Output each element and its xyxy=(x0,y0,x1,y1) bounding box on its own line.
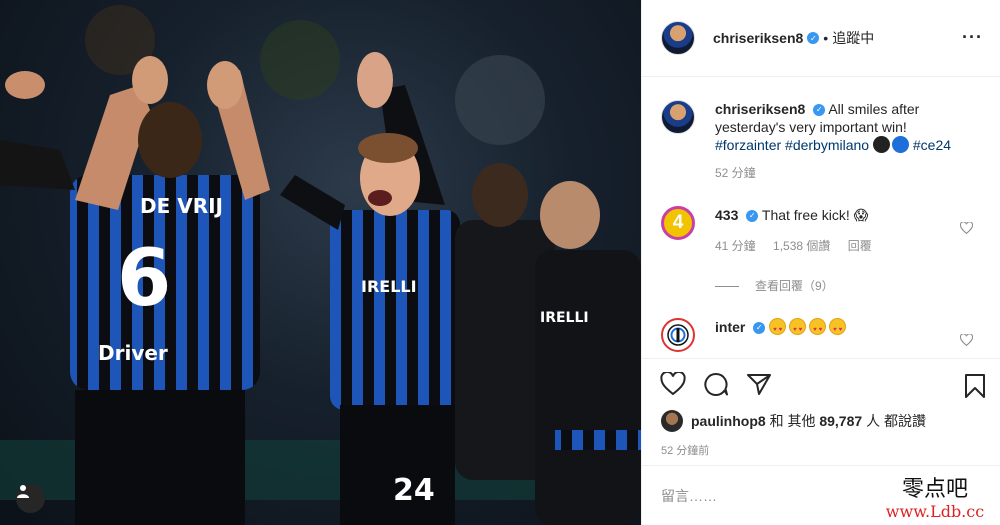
post-actions xyxy=(660,372,772,396)
comment-433: 4 433 ✓ That free kick! 😱 41 分鐘 1,538 個讚… xyxy=(661,206,981,294)
watermark: 零点吧 www.Ldb.cc xyxy=(870,478,1000,525)
view-replies-button[interactable]: 查看回覆（9） xyxy=(715,277,981,294)
watermark-url: www.Ldb.cc xyxy=(885,502,985,521)
post-time-ago[interactable]: 52 分鐘前 xyxy=(661,442,709,458)
heart-eyes-emoji-icon xyxy=(789,318,807,339)
person-icon xyxy=(17,485,29,498)
jersey-center-number: 24 xyxy=(393,473,435,508)
post-header: chriseriksen8 ✓ • 追蹤中 ··· xyxy=(642,0,1000,77)
verified-icon: ✓ xyxy=(753,322,766,335)
jersey-left-number: 6 xyxy=(117,234,171,324)
verified-icon: ✓ xyxy=(813,104,826,117)
comment-likes[interactable]: 1,538 個讚 xyxy=(773,239,830,253)
likes-conj: 和 其他 xyxy=(769,413,816,429)
more-options-icon[interactable]: ··· xyxy=(962,27,983,48)
comments-list: chriseriksen8 ✓ All smiles after yesterd… xyxy=(642,78,1000,358)
comment-meta: 41 分鐘 1,538 個讚 回覆 xyxy=(715,237,981,255)
like-heart-icon[interactable] xyxy=(660,372,686,396)
author-avatar[interactable] xyxy=(661,21,695,55)
verified-icon: ✓ xyxy=(746,210,759,223)
black-circle-icon xyxy=(872,136,890,153)
caption-hashtags[interactable]: #forzainter #derbymilano xyxy=(715,137,869,153)
jersey-left-sponsor: Driver xyxy=(98,341,168,365)
verified-icon: ✓ xyxy=(807,32,820,44)
save-bookmark-icon[interactable] xyxy=(964,373,986,399)
likes-summary: paulinhop8 和 其他 89,787 人 都說讚 xyxy=(661,410,926,432)
jersey-left-name: DE VRIJ xyxy=(140,194,223,218)
jersey-center-sponsor: IRELLI xyxy=(361,277,417,296)
heart-eyes-emoji-group xyxy=(769,318,849,339)
watermark-cn: 零点吧 xyxy=(901,477,968,502)
comment-inter: inter ✓ xyxy=(661,318,981,352)
heart-eyes-emoji-icon xyxy=(829,318,847,339)
caption-avatar[interactable] xyxy=(661,100,695,134)
comment-avatar-433[interactable]: 4 xyxy=(661,206,695,240)
share-send-icon[interactable] xyxy=(746,372,772,396)
tagged-users-button[interactable] xyxy=(16,484,45,513)
photo-scene: DE VRIJ 6 Driver IRELLI 24 IRELLI xyxy=(0,5,641,525)
comment-time: 41 分鐘 xyxy=(715,239,756,253)
post-side-panel: chriseriksen8 ✓ • 追蹤中 ··· chriseriksen8 … xyxy=(641,0,1000,525)
blue-circle-icon xyxy=(891,136,909,153)
jersey-right-sponsor: IRELLI xyxy=(540,310,589,326)
separator-dot: • xyxy=(823,30,829,46)
comment-text: That free kick! 😱 xyxy=(761,207,869,223)
comment-reply-button[interactable]: 回覆 xyxy=(848,239,872,253)
like-comment-heart-icon[interactable] xyxy=(960,334,973,346)
inter-logo-icon xyxy=(667,324,689,346)
heart-eyes-emoji-icon xyxy=(809,318,827,339)
comment-username[interactable]: inter xyxy=(715,319,745,335)
post-photo[interactable]: DE VRIJ 6 Driver IRELLI 24 IRELLI xyxy=(0,0,641,525)
caption-time: 52 分鐘 xyxy=(715,166,756,180)
comment-bubble-icon[interactable] xyxy=(703,372,729,396)
heart-eyes-emoji-icon xyxy=(769,318,787,339)
comment-username[interactable]: 433 xyxy=(715,207,738,223)
comment-avatar-inter[interactable] xyxy=(661,318,695,352)
liker-avatar[interactable] xyxy=(661,410,683,432)
likes-count[interactable]: 89,787 xyxy=(819,413,862,429)
liker-username[interactable]: paulinhop8 xyxy=(691,413,766,429)
follow-status-button[interactable]: 追蹤中 xyxy=(832,28,874,48)
caption: chriseriksen8 ✓ All smiles after yesterd… xyxy=(661,100,981,182)
caption-hashtag-ce24[interactable]: #ce24 xyxy=(913,137,951,153)
add-comment-input[interactable]: 留言…… xyxy=(661,486,717,506)
like-comment-heart-icon[interactable] xyxy=(960,222,973,234)
author-username[interactable]: chriseriksen8 xyxy=(713,30,803,46)
caption-username[interactable]: chriseriksen8 xyxy=(715,101,805,117)
post-actions-section: paulinhop8 和 其他 89,787 人 都說讚 52 分鐘前 xyxy=(642,358,1000,466)
likes-suffix: 人 都說讚 xyxy=(866,413,926,429)
